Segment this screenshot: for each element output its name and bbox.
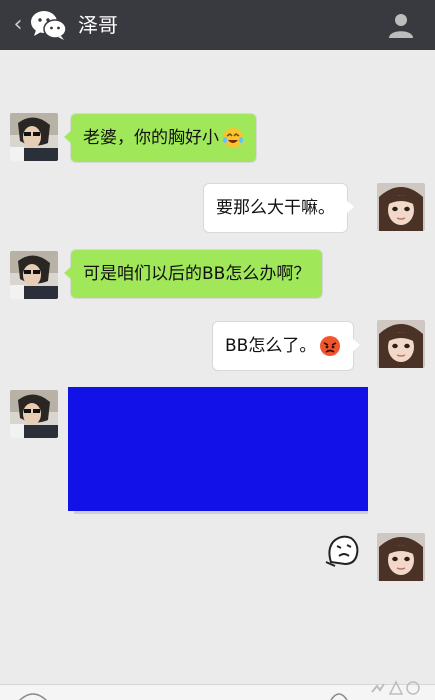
message-bubble[interactable]: 要那么大干嘛。 xyxy=(204,184,354,232)
message-text: BB怎么了。 xyxy=(225,336,317,356)
laughing-tears-emoji xyxy=(223,128,243,148)
angry-face-emoji xyxy=(320,336,341,356)
person-icon[interactable] xyxy=(387,11,415,39)
chevron-left-icon[interactable]: ‹ xyxy=(6,10,30,40)
avatar-contact[interactable] xyxy=(10,113,58,161)
redacted-image-message[interactable] xyxy=(68,387,368,511)
avatar-self[interactable] xyxy=(377,533,425,581)
emoji-button-icon[interactable] xyxy=(330,690,348,700)
watermark-logo xyxy=(371,680,420,695)
confused-sticker[interactable] xyxy=(325,532,361,568)
message-bubble[interactable]: 可是咱们以后的BB怎么办啊？ xyxy=(63,250,323,298)
avatar-self[interactable] xyxy=(377,183,425,231)
message-bubble[interactable]: BB怎么了。 xyxy=(213,322,361,370)
message-text: 要那么大干嘛。 xyxy=(216,198,335,218)
message-text: 老婆，你的胸好小 xyxy=(83,128,219,148)
wechat-icon xyxy=(31,11,67,40)
message-text: 可是咱们以后的BB怎么办啊？ xyxy=(83,264,311,284)
avatar-contact[interactable] xyxy=(10,251,58,299)
chat-header: ‹ 泽哥 xyxy=(0,0,435,50)
message-bubble[interactable]: 老婆，你的胸好小 xyxy=(64,114,256,162)
voice-input-icon[interactable] xyxy=(16,688,50,700)
avatar-contact[interactable] xyxy=(10,390,58,438)
chat-title: 泽哥 xyxy=(78,13,118,37)
avatar-self[interactable] xyxy=(377,320,425,368)
